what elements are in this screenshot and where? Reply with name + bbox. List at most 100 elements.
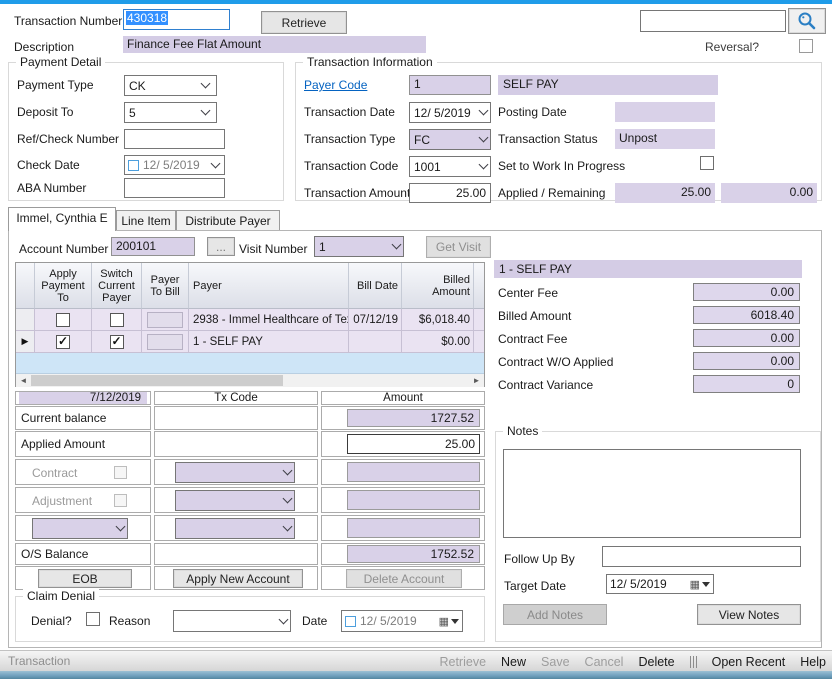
transaction-code-combo[interactable]: 1001 xyxy=(409,156,491,177)
applied-remaining-label: Applied / Remaining xyxy=(498,186,605,200)
payment-type-combo[interactable]: CK xyxy=(124,75,217,96)
tab-line-item[interactable]: Line Item xyxy=(116,210,176,231)
contract-txcode-combo[interactable] xyxy=(175,462,295,483)
follow-up-by-input[interactable] xyxy=(602,546,801,567)
search-button[interactable] xyxy=(788,8,826,34)
menu-delete[interactable]: Delete xyxy=(638,655,674,669)
search-input[interactable] xyxy=(640,10,786,32)
menu-retrieve[interactable]: Retrieve xyxy=(439,655,486,669)
payment-detail-title: Payment Detail xyxy=(16,55,105,69)
menu-open-recent[interactable]: Open Recent xyxy=(712,655,786,669)
tab-distribute-payer[interactable]: Distribute Payer xyxy=(176,210,280,231)
view-notes-button[interactable]: View Notes xyxy=(697,604,801,625)
scrollbar-thumb[interactable] xyxy=(31,375,283,386)
menu-cancel[interactable]: Cancel xyxy=(585,655,624,669)
contract-fee-label: Contract Fee xyxy=(498,332,567,346)
payer-to-bill-box[interactable] xyxy=(147,334,183,350)
get-visit-button[interactable]: Get Visit xyxy=(426,236,491,258)
claim-denial-title: Claim Denial xyxy=(23,589,99,603)
calendar-icon: ▦ xyxy=(690,578,700,591)
apply-new-account-button[interactable]: Apply New Account xyxy=(173,569,303,588)
contract-checkbox[interactable] xyxy=(114,466,127,479)
apply-checkbox[interactable] xyxy=(56,313,70,327)
remaining-field: 0.00 xyxy=(721,183,817,203)
switch-checkbox[interactable] xyxy=(110,313,124,327)
os-balance-amount-cell: 1752.52 xyxy=(321,543,485,565)
add-notes-button[interactable]: Add Notes xyxy=(503,604,607,625)
applied-amount-label: Applied Amount xyxy=(21,437,105,451)
dropdown-arrow-icon xyxy=(451,619,459,624)
account-number-field[interactable]: 200101 xyxy=(111,237,195,256)
aba-number-input[interactable] xyxy=(124,178,225,198)
adjustment-amount-field[interactable] xyxy=(347,490,480,510)
transaction-number-selected-text: 430318 xyxy=(126,11,168,25)
eob-button[interactable]: EOB xyxy=(38,569,132,588)
adjustment-txcode-cell xyxy=(154,487,318,513)
transaction-amount-label: Transaction Amount xyxy=(304,186,410,200)
scroll-left-icon[interactable]: ◄ xyxy=(16,374,31,387)
grid-header-switch: Switch Current Payer xyxy=(92,263,142,309)
adjustment-checkbox[interactable] xyxy=(114,494,127,507)
grid-row-1[interactable]: 2938 - Immel Healthcare of Tex 07/12/19 … xyxy=(16,309,484,331)
browse-account-button[interactable]: ... xyxy=(207,237,235,256)
contract-amount-field[interactable] xyxy=(347,462,480,482)
denial-date-checkbox[interactable] xyxy=(345,616,356,627)
scroll-right-icon[interactable]: ► xyxy=(469,374,484,387)
payer-code-field: 1 xyxy=(409,75,491,95)
menu-new[interactable]: New xyxy=(501,655,526,669)
payer-to-bill-box[interactable] xyxy=(147,312,183,328)
reason-combo[interactable] xyxy=(173,610,291,632)
applied-amount-input[interactable]: 25.00 xyxy=(347,434,480,454)
apply-table: 7/12/2019 Tx Code Amount Current balance… xyxy=(15,391,485,590)
billed-amount-cell: $6,018.40 xyxy=(402,309,474,331)
transaction-status-field: Unpost xyxy=(615,129,715,149)
work-in-progress-label: Set to Work In Progress xyxy=(498,159,625,173)
current-balance-value: 1727.52 xyxy=(347,409,480,427)
chevron-down-icon xyxy=(116,522,126,532)
check-date-value: 12/ 5/2019 xyxy=(143,158,208,172)
notes-textarea[interactable] xyxy=(503,449,801,538)
extra-txcode-combo[interactable] xyxy=(175,518,295,539)
work-in-progress-checkbox[interactable] xyxy=(700,156,714,170)
switch-checkbox[interactable] xyxy=(110,335,124,349)
check-date-checkbox[interactable] xyxy=(128,160,139,171)
chevron-down-icon xyxy=(283,466,293,476)
deposit-to-value: 5 xyxy=(129,106,198,120)
adjustment-txcode-combo[interactable] xyxy=(175,490,295,511)
retrieve-button[interactable]: Retrieve xyxy=(261,11,347,34)
chevron-down-icon xyxy=(283,494,293,504)
payment-type-value: CK xyxy=(129,79,198,93)
posting-date-field xyxy=(615,102,715,122)
transaction-amount-input[interactable]: 25.00 xyxy=(409,183,491,203)
menu-help[interactable]: Help xyxy=(800,655,826,669)
transaction-type-combo[interactable]: FC xyxy=(409,129,491,150)
denial-date-picker[interactable]: 12/ 5/2019 ▦ xyxy=(341,610,463,632)
apply-checkbox[interactable] xyxy=(56,335,70,349)
grid-horizontal-scrollbar[interactable]: ◄ ► xyxy=(16,374,484,387)
delete-account-button[interactable]: Delete Account xyxy=(346,569,462,588)
deposit-to-combo[interactable]: 5 xyxy=(124,102,217,123)
extra-type-combo[interactable] xyxy=(32,518,128,539)
transaction-date-combo[interactable]: 12/ 5/2019 xyxy=(409,102,491,123)
empty-cell xyxy=(154,431,318,457)
bill-date-cell: 07/12/19 xyxy=(349,309,402,331)
target-date-picker[interactable]: 12/ 5/2019 ▦ xyxy=(606,574,714,594)
visit-number-label: Visit Number xyxy=(239,242,307,256)
ref-check-number-input[interactable] xyxy=(124,129,225,149)
check-date-picker[interactable]: 12/ 5/2019 xyxy=(124,155,225,175)
tab-patient[interactable]: Immel, Cynthia E xyxy=(8,207,116,231)
switch-cell xyxy=(92,309,142,331)
reversal-checkbox[interactable] xyxy=(799,39,813,53)
denial-checkbox[interactable] xyxy=(86,612,100,626)
transaction-code-label: Transaction Code xyxy=(304,159,398,173)
transaction-type-label: Transaction Type xyxy=(304,132,395,146)
visit-number-combo[interactable]: 1 xyxy=(314,236,404,257)
check-date-label: Check Date xyxy=(17,158,80,172)
claim-denial-group: Claim Denial Denial? Reason Date 12/ 5/2… xyxy=(15,596,485,642)
extra-amount-field[interactable] xyxy=(347,518,480,538)
payer-code-link[interactable]: Payer Code xyxy=(304,78,367,92)
menu-save[interactable]: Save xyxy=(541,655,570,669)
transaction-number-input[interactable]: 430318 xyxy=(123,9,230,30)
grid-row-2[interactable]: ▶ 1 - SELF PAY $0.00 xyxy=(16,331,484,353)
transaction-information-title: Transaction Information xyxy=(303,55,437,69)
